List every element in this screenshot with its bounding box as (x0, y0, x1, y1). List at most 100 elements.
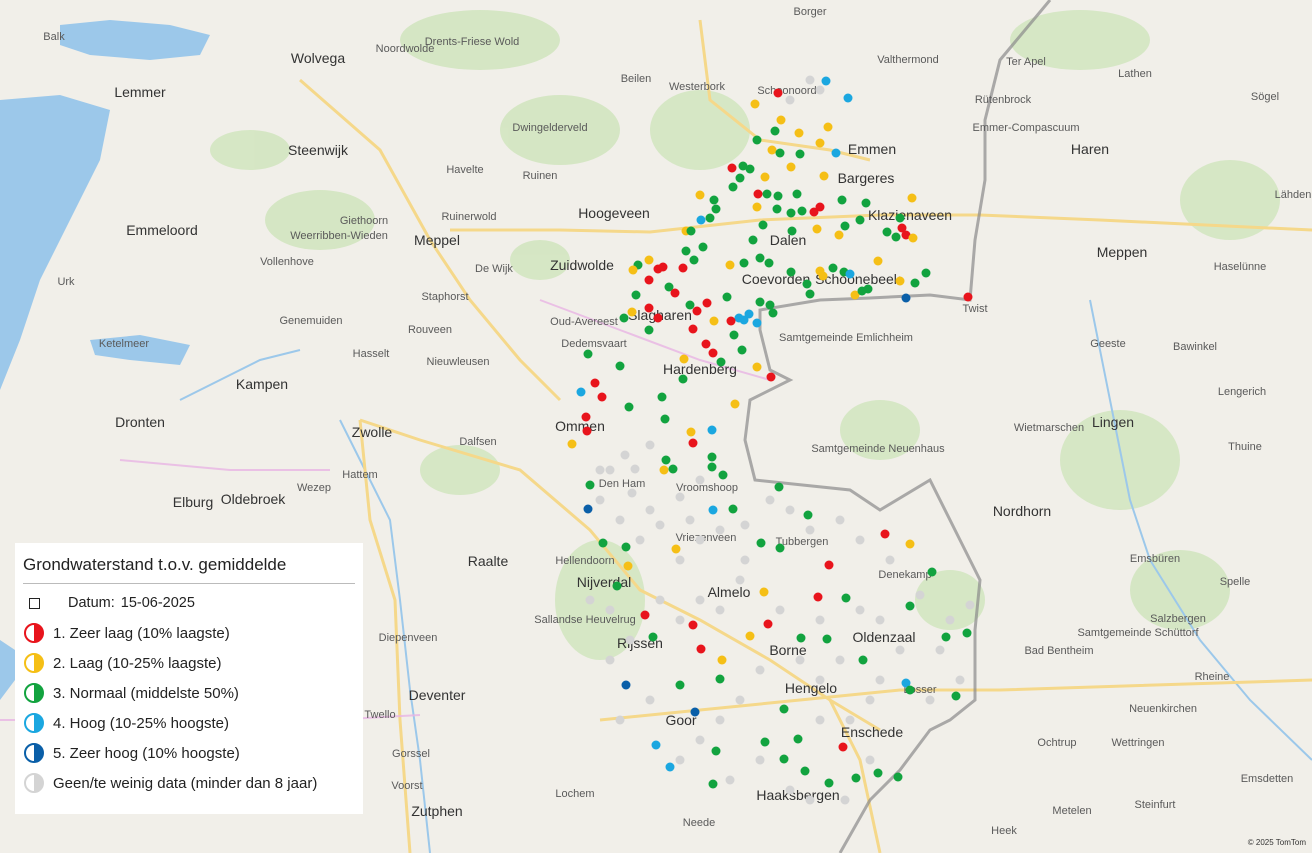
map-point[interactable] (941, 632, 951, 642)
map-point[interactable] (725, 260, 735, 270)
map-point[interactable] (597, 392, 607, 402)
map-point[interactable] (645, 440, 655, 450)
map-point[interactable] (759, 587, 769, 597)
map-point[interactable] (752, 318, 762, 328)
map-point[interactable] (695, 475, 705, 485)
map-point[interactable] (605, 605, 615, 615)
map-point[interactable] (819, 171, 829, 181)
map-point[interactable] (752, 135, 762, 145)
map-point[interactable] (671, 544, 681, 554)
map-point[interactable] (753, 189, 763, 199)
map-point[interactable] (776, 115, 786, 125)
map-point[interactable] (644, 255, 654, 265)
map-point[interactable] (786, 267, 796, 277)
map-point[interactable] (755, 253, 765, 263)
map-point[interactable] (818, 271, 828, 281)
map-point[interactable] (740, 555, 750, 565)
map-point[interactable] (921, 268, 931, 278)
map-point[interactable] (951, 691, 961, 701)
map-point[interactable] (840, 221, 850, 231)
map-point[interactable] (841, 593, 851, 603)
map-point[interactable] (795, 149, 805, 159)
map-point[interactable] (627, 488, 637, 498)
map-point[interactable] (815, 138, 825, 148)
map-point[interactable] (668, 464, 678, 474)
map-point[interactable] (728, 182, 738, 192)
map-point[interactable] (685, 300, 695, 310)
map-point[interactable] (767, 145, 777, 155)
map-point[interactable] (824, 778, 834, 788)
map-point[interactable] (828, 263, 838, 273)
map-point[interactable] (715, 715, 725, 725)
map-point[interactable] (727, 163, 737, 173)
map-point[interactable] (708, 779, 718, 789)
map-point[interactable] (945, 615, 955, 625)
map-point[interactable] (873, 256, 883, 266)
map-point[interactable] (831, 148, 841, 158)
map-point[interactable] (752, 362, 762, 372)
map-point[interactable] (651, 740, 661, 750)
map-point[interactable] (797, 206, 807, 216)
map-point[interactable] (739, 258, 749, 268)
map-point[interactable] (644, 275, 654, 285)
map-point[interactable] (625, 635, 635, 645)
map-point[interactable] (756, 538, 766, 548)
map-point[interactable] (675, 555, 685, 565)
map-point[interactable] (620, 450, 630, 460)
map-point[interactable] (657, 392, 667, 402)
map-point[interactable] (855, 215, 865, 225)
map-point[interactable] (698, 242, 708, 252)
map-point[interactable] (882, 227, 892, 237)
map-point[interactable] (728, 504, 738, 514)
map-point[interactable] (796, 633, 806, 643)
map-point[interactable] (891, 232, 901, 242)
map-point[interactable] (605, 655, 615, 665)
map-point[interactable] (835, 515, 845, 525)
map-point[interactable] (885, 555, 895, 565)
map-point[interactable] (709, 316, 719, 326)
map-point[interactable] (707, 425, 717, 435)
map-point[interactable] (583, 504, 593, 514)
map-point[interactable] (821, 76, 831, 86)
map-point[interactable] (779, 704, 789, 714)
map-point[interactable] (675, 755, 685, 765)
map-point[interactable] (695, 735, 705, 745)
map-point[interactable] (659, 465, 669, 475)
map-point[interactable] (905, 685, 915, 695)
map-point[interactable] (709, 195, 719, 205)
map-point[interactable] (785, 505, 795, 515)
map-point[interactable] (583, 349, 593, 359)
map-point[interactable] (823, 122, 833, 132)
map-point[interactable] (735, 173, 745, 183)
map-point[interactable] (875, 675, 885, 685)
map-point[interactable] (670, 288, 680, 298)
map-point[interactable] (800, 766, 810, 776)
map-point[interactable] (787, 226, 797, 236)
map-point[interactable] (605, 465, 615, 475)
map-point[interactable] (595, 465, 605, 475)
map-point[interactable] (865, 755, 875, 765)
map-point[interactable] (845, 715, 855, 725)
map-point[interactable] (755, 297, 765, 307)
map-point[interactable] (655, 520, 665, 530)
map-point[interactable] (750, 99, 760, 109)
map-point[interactable] (834, 230, 844, 240)
map-point[interactable] (774, 482, 784, 492)
map-point[interactable] (640, 610, 650, 620)
legend-item[interactable]: 1. Zeer laag (10% laagste) (23, 618, 355, 648)
map-point[interactable] (708, 505, 718, 515)
map-point[interactable] (905, 539, 915, 549)
map-point[interactable] (815, 715, 825, 725)
map-point[interactable] (707, 462, 717, 472)
map-point[interactable] (865, 695, 875, 705)
map-point[interactable] (576, 387, 586, 397)
map-point[interactable] (621, 680, 631, 690)
map-point[interactable] (595, 495, 605, 505)
map-point[interactable] (581, 412, 591, 422)
map-point[interactable] (590, 378, 600, 388)
map-point[interactable] (645, 505, 655, 515)
map-point[interactable] (775, 605, 785, 615)
map-point[interactable] (661, 455, 671, 465)
map-point[interactable] (837, 195, 847, 205)
map-point[interactable] (843, 93, 853, 103)
